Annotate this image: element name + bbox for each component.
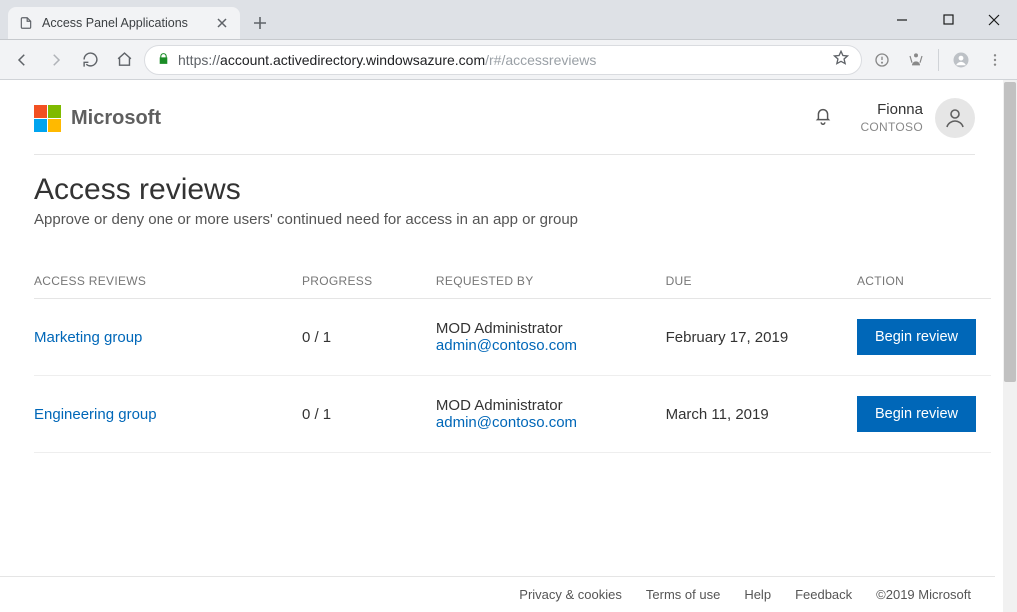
table-row: Marketing group 0 / 1 MOD Administrator … [34,299,991,376]
browser-profile-icon[interactable] [947,46,975,74]
browser-toolbar: https://account.activedirectory.windowsa… [0,40,1017,80]
page-title: Access reviews [34,173,975,207]
browser-tab[interactable]: Access Panel Applications [8,7,240,39]
avatar [935,98,975,138]
bookmark-star-icon[interactable] [833,50,849,69]
col-header-name: ACCESS REVIEWS [34,264,302,299]
url-path: /r#/accessreviews [485,52,596,68]
page-scroll-area: Microsoft Fionna CONTOSO Access reviews … [0,80,1009,612]
begin-review-button[interactable]: Begin review [857,396,976,432]
review-due: February 17, 2019 [666,299,857,376]
app-header: Microsoft Fionna CONTOSO [26,80,983,154]
footer-copyright: ©2019 Microsoft [876,587,971,602]
scrollbar-track[interactable] [1003,80,1017,612]
col-header-action: ACTION [857,264,991,299]
requester-email-link[interactable]: admin@contoso.com [436,414,658,431]
col-header-due: DUE [666,264,857,299]
microsoft-logo-text: Microsoft [71,107,161,130]
col-header-progress: PROGRESS [302,264,436,299]
footer-privacy-link[interactable]: Privacy & cookies [519,587,622,602]
logo-sq-tl [34,105,47,118]
window-close-button[interactable] [971,0,1017,39]
logo-sq-br [48,119,61,132]
tab-strip: Access Panel Applications [0,0,879,39]
user-text: Fionna CONTOSO [860,101,923,135]
browser-menu-icon[interactable] [981,46,1009,74]
review-progress: 0 / 1 [302,376,436,453]
user-org: CONTOSO [860,120,923,135]
review-due: March 11, 2019 [666,376,857,453]
url-host: account.activedirectory.windowsazure.com [220,52,485,68]
window-minimize-button[interactable] [879,0,925,39]
toolbar-divider [938,49,939,71]
review-progress: 0 / 1 [302,299,436,376]
page-viewport: Microsoft Fionna CONTOSO Access reviews … [0,80,1017,612]
page-footer: Privacy & cookies Terms of use Help Feed… [0,576,995,612]
notifications-bell-icon[interactable] [812,105,834,132]
review-name-link[interactable]: Engineering group [34,406,157,423]
app-header-right: Fionna CONTOSO [812,98,975,138]
window-maximize-button[interactable] [925,0,971,39]
microsoft-logo-icon [34,105,61,132]
browser-home-button[interactable] [110,46,138,74]
browser-back-button[interactable] [8,46,36,74]
user-name: Fionna [860,101,923,120]
requester-email-link[interactable]: admin@contoso.com [436,337,658,354]
page-heading: Access reviews Approve or deny one or mo… [26,155,983,234]
window-controls [879,0,1017,39]
url-scheme: https:// [178,52,220,68]
requester-name: MOD Administrator [436,397,658,414]
extension-icon-2[interactable] [902,46,930,74]
browser-forward-button [42,46,70,74]
tab-close-icon[interactable] [214,15,230,31]
access-reviews-table: ACCESS REVIEWS PROGRESS REQUESTED BY DUE… [34,264,991,453]
browser-address-bar[interactable]: https://account.activedirectory.windowsa… [144,45,862,75]
browser-reload-button[interactable] [76,46,104,74]
microsoft-logo[interactable]: Microsoft [34,105,161,132]
table-row: Engineering group 0 / 1 MOD Administrato… [34,376,991,453]
extension-icon[interactable] [868,46,896,74]
user-menu[interactable]: Fionna CONTOSO [860,98,975,138]
scrollbar-thumb[interactable] [1004,82,1016,382]
begin-review-button[interactable]: Begin review [857,319,976,355]
footer-help-link[interactable]: Help [744,587,771,602]
logo-sq-tr [48,105,61,118]
url-text: https://account.activedirectory.windowsa… [178,52,825,68]
new-tab-button[interactable] [246,9,274,37]
tab-title: Access Panel Applications [42,16,206,30]
col-header-requested: REQUESTED BY [436,264,666,299]
logo-sq-bl [34,119,47,132]
requester-name: MOD Administrator [436,320,658,337]
review-name-link[interactable]: Marketing group [34,329,142,346]
browser-tab-strip: Access Panel Applications [0,0,1017,40]
footer-feedback-link[interactable]: Feedback [795,587,852,602]
page-subtitle: Approve or deny one or more users' conti… [34,211,975,228]
table-header-row: ACCESS REVIEWS PROGRESS REQUESTED BY DUE… [34,264,991,299]
footer-terms-link[interactable]: Terms of use [646,587,720,602]
page-favicon-icon [18,15,34,31]
lock-icon [157,52,170,68]
